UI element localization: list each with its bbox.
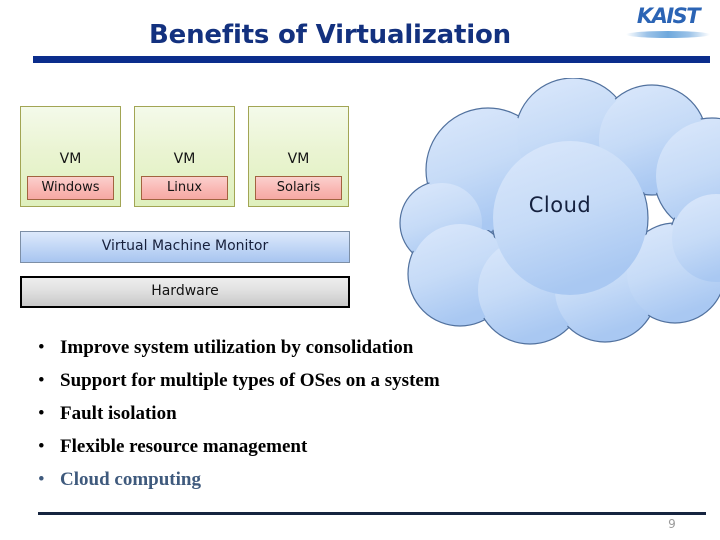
list-item: • Fault isolation	[38, 403, 598, 436]
os-box-linux: Linux	[141, 176, 228, 200]
os-box-solaris: Solaris	[255, 176, 342, 200]
os-box-windows: Windows	[27, 176, 114, 200]
list-item: • Flexible resource management	[38, 436, 598, 469]
bullet-marker-icon: •	[38, 469, 45, 490]
hardware-bar: Hardware	[20, 276, 350, 308]
list-item-text: Support for multiple types of OSes on a …	[60, 370, 440, 391]
vm-box-windows: VM Windows	[20, 106, 121, 207]
list-item-cloud-computing: • Cloud computing	[38, 469, 598, 502]
kaist-logo: KAIST	[622, 4, 714, 42]
vm-box-solaris: VM Solaris	[248, 106, 349, 207]
virtual-machine-monitor-bar: Virtual Machine Monitor	[20, 231, 350, 263]
os-label: Linux	[166, 180, 203, 195]
vm-title-label: VM	[59, 151, 82, 167]
swoosh-underline-icon	[626, 31, 710, 38]
list-item: • Support for multiple types of OSes on …	[38, 370, 598, 403]
bullet-marker-icon: •	[38, 403, 45, 424]
bullet-marker-icon: •	[38, 337, 45, 358]
bullet-marker-icon: •	[38, 436, 45, 457]
hardware-label: Hardware	[151, 283, 219, 299]
list-item-text: Flexible resource management	[60, 436, 308, 457]
slide-canvas: KAIST Benefits of Virtualization Cloud V…	[0, 0, 720, 540]
footer-rule	[38, 512, 706, 515]
virtualization-stack-diagram: VM Windows VM Linux VM Solaris Virtual M…	[0, 0, 380, 320]
list-item-text: Improve system utilization by consolidat…	[60, 337, 414, 358]
page-number: 9	[668, 517, 676, 531]
list-item-text: Cloud computing	[60, 469, 201, 490]
bullet-marker-icon: •	[38, 370, 45, 391]
os-label: Windows	[41, 180, 100, 195]
benefits-bullet-list: • Improve system utilization by consolid…	[38, 337, 598, 502]
cloud-label: Cloud	[528, 193, 592, 217]
vm-box-linux: VM Linux	[134, 106, 235, 207]
vmm-label: Virtual Machine Monitor	[101, 238, 269, 254]
list-item: • Improve system utilization by consolid…	[38, 337, 598, 370]
kaist-wordmark-text: KAIST	[636, 4, 701, 28]
list-item-text: Fault isolation	[60, 403, 177, 424]
vm-title-label: VM	[173, 151, 196, 167]
os-label: Solaris	[276, 180, 321, 195]
vm-title-label: VM	[287, 151, 310, 167]
cloud-graphic: Cloud	[390, 78, 720, 348]
